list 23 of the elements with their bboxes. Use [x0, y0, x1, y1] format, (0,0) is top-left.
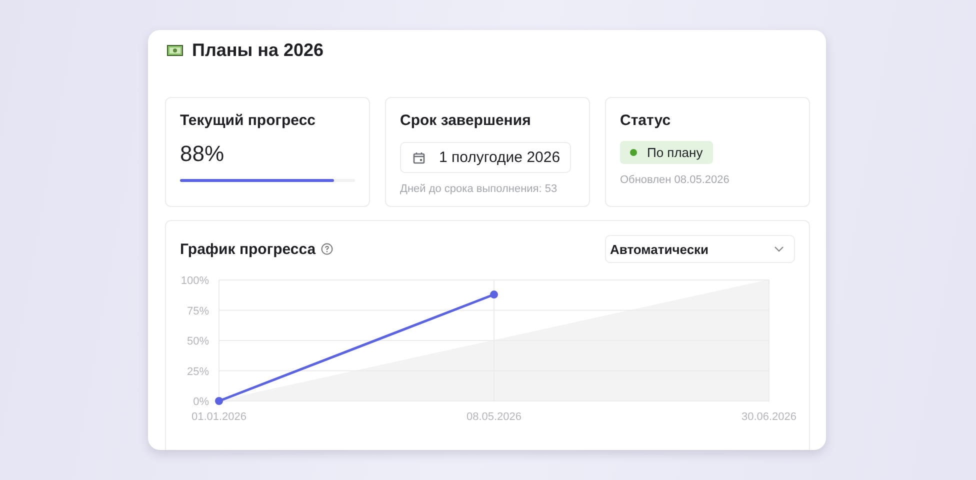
y-axis-label: 50%: [186, 336, 209, 348]
days-left-note: Дней до срока выполнения: 53: [400, 183, 558, 195]
x-axis-label: 30.06.2026: [741, 411, 797, 423]
status-badge: По плану: [620, 141, 713, 164]
card-title: Текущий прогресс: [180, 112, 316, 129]
y-axis-label: 75%: [186, 305, 209, 318]
card-title: Статус: [620, 112, 671, 129]
mode-select[interactable]: Автоматически: [605, 235, 795, 263]
calendar-icon: [413, 152, 425, 164]
y-axis-label: 0%: [193, 396, 209, 408]
card-title: Срок завершения: [400, 112, 531, 129]
help-icon[interactable]: [320, 243, 333, 255]
y-axis-label: 25%: [186, 366, 209, 378]
progress-value: 88%: [180, 141, 224, 167]
updated-note: Обновлен 08.05.2026: [620, 174, 730, 186]
chevron-down-icon: [774, 246, 784, 252]
date-field[interactable]: 1 полугодие 2026: [400, 142, 572, 173]
x-axis-label: 08.05.2026: [466, 411, 522, 423]
x-axis-label: 01.01.2026: [191, 411, 247, 423]
banknote-icon: [167, 44, 183, 56]
chart-title: График прогресса: [180, 240, 316, 258]
page-title: Планы на 2026: [192, 40, 324, 60]
y-axis-label: 100%: [180, 275, 209, 287]
